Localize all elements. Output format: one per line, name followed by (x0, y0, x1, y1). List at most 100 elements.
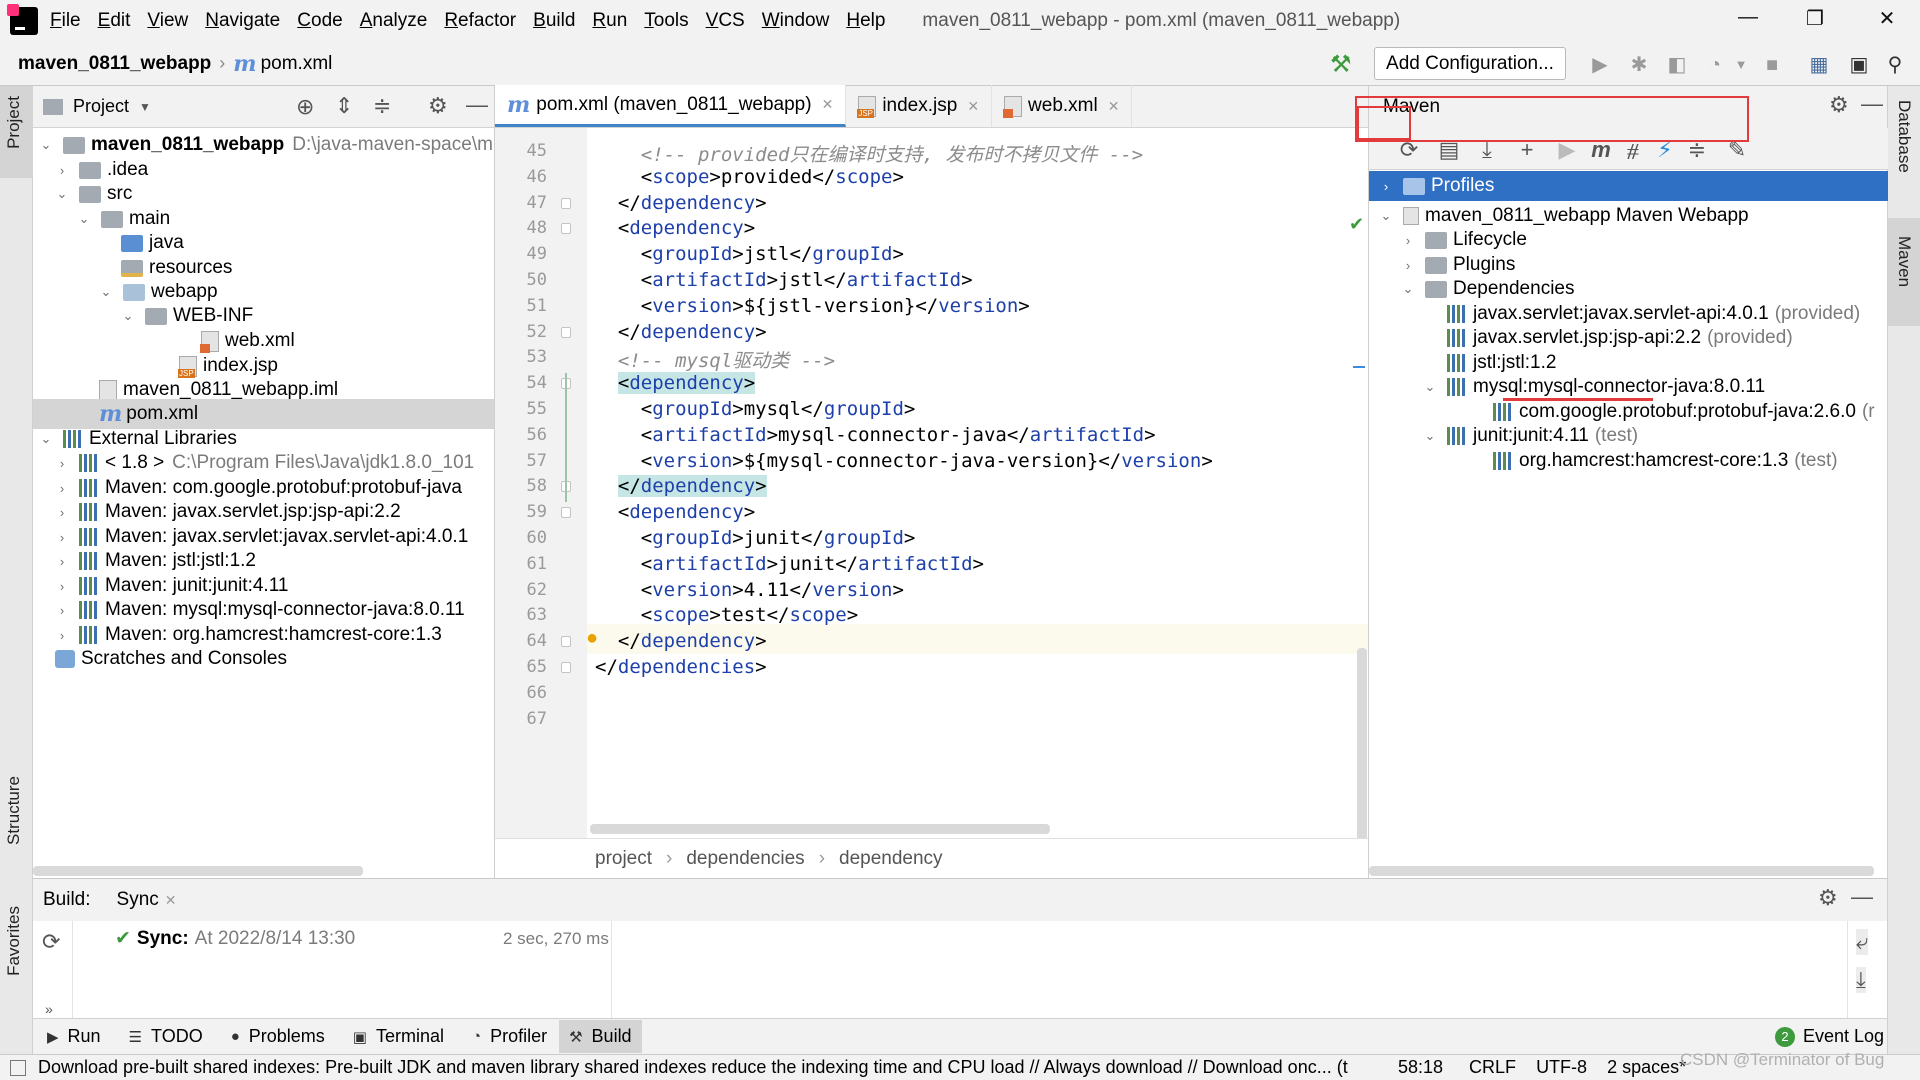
file-encoding[interactable]: UTF-8 (1536, 1057, 1587, 1078)
code-line[interactable]: </dependency> (595, 630, 767, 652)
status-toggle-icon[interactable] (10, 1059, 26, 1076)
chevron-down-icon[interactable]: ⌄ (77, 211, 91, 227)
chevron-down-icon[interactable]: ⌄ (121, 308, 135, 324)
code-line[interactable]: <groupId>junit</groupId> (595, 527, 916, 549)
more-actions-icon[interactable]: » (45, 1001, 53, 1017)
presentation-icon[interactable]: ▣ (1846, 52, 1872, 78)
chevron-down-icon[interactable]: ⌄ (39, 137, 53, 153)
run-options-chevron-icon[interactable]: ▼ (1728, 52, 1754, 78)
collapse-all-icon[interactable]: ≑ (373, 93, 391, 119)
status-message[interactable]: Download pre-built shared indexes: Pre-b… (38, 1057, 1348, 1078)
menu-tools[interactable]: Tools (644, 10, 688, 32)
code-line[interactable]: <artifactId>mysql-connector-java</artifa… (595, 424, 1156, 446)
chevron-down-icon[interactable]: ⌄ (39, 431, 53, 447)
chevron-down-icon[interactable]: ⌄ (55, 186, 69, 202)
scroll-to-end-icon[interactable]: ⤓ (1856, 967, 1866, 993)
code-line[interactable]: <version>${jstl-version}</version> (595, 295, 1030, 317)
code-line[interactable]: </dependencies> (595, 656, 767, 678)
vertical-scrollbar[interactable] (1357, 648, 1367, 848)
fold-marker-icon[interactable] (561, 662, 571, 673)
hide-panel-icon[interactable]: — (1861, 91, 1883, 117)
restore-button[interactable]: ❐ (1795, 6, 1835, 36)
code-line[interactable]: <!-- provided只在编译时支持, 发布时不拷贝文件 --> (595, 140, 1143, 167)
menu-navigate[interactable]: Navigate (205, 10, 280, 32)
coverage-icon[interactable]: ◧ (1664, 52, 1690, 78)
menu-window[interactable]: Window (762, 10, 830, 32)
debug-icon[interactable]: ✱ (1626, 52, 1652, 78)
fold-marker-icon[interactable] (561, 223, 571, 235)
tool-tab-problems[interactable]: ● Problems (231, 1026, 325, 1047)
horizontal-scrollbar[interactable] (33, 866, 363, 876)
fold-marker-icon[interactable] (561, 326, 571, 338)
build-hammer-icon[interactable]: ⚒ (1330, 50, 1352, 79)
close-icon[interactable]: ✕ (1108, 98, 1120, 115)
chevron-right-icon[interactable]: › (55, 603, 69, 618)
menu-help[interactable]: Help (846, 10, 885, 32)
code-line[interactable]: </dependency> (595, 475, 767, 498)
code-line[interactable]: <artifactId>jstl</artifactId> (595, 269, 973, 291)
run-icon[interactable]: ▶ (1587, 52, 1613, 78)
tree-item-scratches[interactable]: Scratches and Consoles (55, 644, 287, 674)
code-line[interactable]: <dependency> (595, 217, 755, 239)
add-configuration-button[interactable]: Add Configuration... (1374, 47, 1566, 80)
indent-setting[interactable]: 2 spaces* (1607, 1057, 1686, 1078)
tab-pom-xml[interactable]: m pom.xml (maven_0811_webapp) ✕ (495, 85, 847, 127)
hide-panel-icon[interactable]: — (466, 92, 488, 118)
menu-file[interactable]: File (50, 10, 81, 32)
code-line[interactable]: <dependency> (595, 372, 756, 395)
tool-tab-todo[interactable]: ☰ TODO (129, 1026, 203, 1047)
locate-icon[interactable]: ⊕ (296, 94, 314, 120)
menu-refactor[interactable]: Refactor (444, 10, 516, 32)
profile-icon[interactable]: ◔ (1702, 52, 1728, 78)
chevron-down-icon[interactable]: ⌄ (99, 284, 113, 300)
maven-tree-profiles[interactable]: › Profiles (1369, 171, 1888, 201)
maven-dep-hamcrest[interactable]: org.hamcrest:hamcrest-core:1.3 (test) (1493, 446, 1838, 476)
code-line[interactable]: </dependency> (595, 192, 767, 214)
project-view-chevron-icon[interactable]: ▼ (139, 100, 151, 114)
maven-horizontal-scrollbar[interactable] (1369, 866, 1874, 876)
menu-edit[interactable]: Edit (98, 10, 131, 32)
chevron-down-icon[interactable]: ⌄ (1379, 208, 1393, 224)
chevron-right-icon[interactable]: › (55, 456, 69, 471)
line-separator[interactable]: CRLF (1469, 1057, 1516, 1078)
close-icon[interactable]: ✕ (967, 98, 979, 115)
sync-result-row[interactable]: ✔ Sync: At 2022/8/14 13:30 (115, 927, 355, 950)
project-tool-tab[interactable]: Project (4, 96, 24, 149)
fold-marker-icon[interactable] (561, 507, 571, 519)
close-icon[interactable]: ✕ (165, 892, 177, 909)
tool-tab-build[interactable]: ⚒ Build (559, 1020, 642, 1053)
menu-build[interactable]: Build (533, 10, 575, 32)
project-structure-icon[interactable]: ▦ (1806, 52, 1832, 78)
editor-horizontal-scrollbar[interactable] (590, 824, 1050, 834)
tab-sync[interactable]: Sync (117, 889, 159, 911)
chevron-down-icon[interactable]: ⌄ (1401, 281, 1415, 297)
hide-panel-icon[interactable]: — (1851, 884, 1873, 910)
chevron-right-icon[interactable]: › (1379, 179, 1393, 194)
code-line[interactable]: <groupId>jstl</groupId> (595, 243, 904, 265)
code-line[interactable]: </dependency> (595, 321, 767, 343)
breadcrumb-file[interactable]: pom.xml (261, 53, 333, 75)
database-tool-tab[interactable]: Database (1894, 100, 1914, 173)
project-panel-title[interactable]: Project (73, 96, 129, 117)
menu-run[interactable]: Run (592, 10, 627, 32)
chevron-right-icon[interactable]: › (55, 579, 69, 594)
chevron-right-icon[interactable]: › (55, 481, 69, 496)
caret-position[interactable]: 58:18 (1398, 1057, 1443, 1078)
menu-code[interactable]: Code (297, 10, 342, 32)
expand-all-icon[interactable]: ⇕ (335, 93, 353, 119)
code-line[interactable]: <!-- mysql驱动类 --> (595, 346, 835, 373)
chevron-right-icon[interactable]: › (1401, 233, 1415, 248)
code-line[interactable]: <scope>test</scope> (595, 604, 858, 626)
tool-tab-event-log[interactable]: 2 Event Log (1775, 1026, 1884, 1047)
breadcrumb-project[interactable]: maven_0811_webapp (18, 53, 211, 75)
soft-wrap-icon[interactable]: ⤶ (1856, 929, 1869, 955)
settings-gear-icon[interactable]: ⚙ (428, 93, 448, 119)
favorites-tool-tab[interactable]: Favorites (4, 906, 24, 976)
stop-icon[interactable]: ■ (1759, 52, 1785, 78)
sync-refresh-icon[interactable]: ⟳ (42, 929, 60, 955)
code-line[interactable]: <dependency> (595, 501, 755, 523)
close-icon[interactable]: ✕ (822, 96, 834, 113)
maven-tool-tab[interactable]: Maven (1894, 236, 1914, 287)
code-line[interactable]: <scope>provided</scope> (595, 166, 904, 188)
chevron-right-icon[interactable]: › (55, 163, 69, 178)
